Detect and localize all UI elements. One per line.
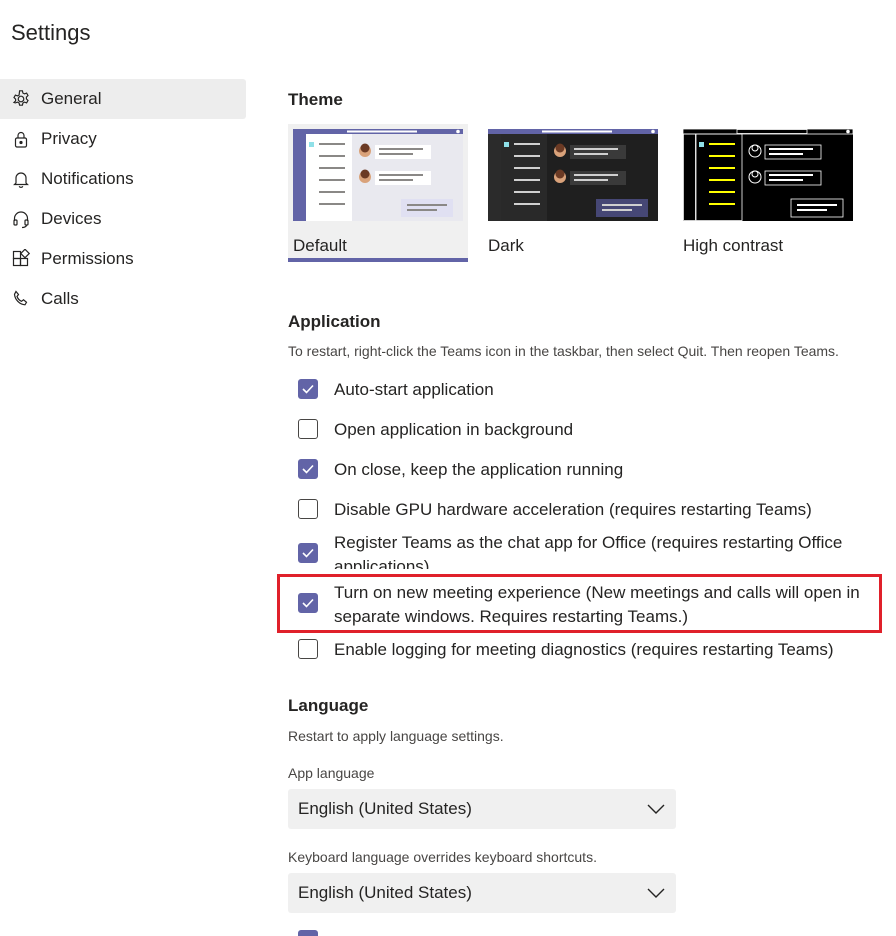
checkmark-icon — [302, 464, 314, 474]
theme-label-high-contrast: High contrast — [683, 236, 784, 255]
checkbox-box[interactable] — [298, 499, 318, 519]
nav-item-label: Calls — [41, 289, 79, 308]
phone-icon — [10, 288, 32, 310]
language-title: Language — [288, 696, 369, 715]
headset-icon — [10, 208, 32, 230]
nav-item-devices[interactable]: Devices — [0, 199, 246, 239]
checkbox-box[interactable] — [298, 459, 318, 479]
theme-label-default: Default — [293, 236, 347, 255]
application-title: Application — [288, 312, 381, 331]
keyboard-language-label: Keyboard language overrides keyboard sho… — [288, 849, 597, 865]
theme-preview-high-contrast — [683, 129, 853, 221]
nav-item-permissions[interactable]: Permissions — [0, 239, 246, 279]
checkbox-box[interactable] — [298, 543, 318, 563]
nav-item-calls[interactable]: Calls — [0, 279, 246, 319]
keyboard-language-dropdown[interactable]: English (United States) — [288, 873, 676, 913]
nav-item-general[interactable]: General — [0, 79, 246, 119]
checkbox-label: Enable logging for meeting diagnostics (… — [334, 640, 834, 659]
checkbox-label: On close, keep the application running — [334, 460, 624, 479]
app-language-label: App language — [288, 765, 375, 781]
nav-item-privacy[interactable]: Privacy — [0, 119, 246, 159]
checkbox-label: Open application in background — [334, 420, 574, 439]
theme-option-dark[interactable]: Dark — [483, 124, 663, 262]
register-chat-app-checkbox[interactable]: Register Teams as the chat app for Offic… — [298, 531, 886, 569]
theme-preview-default — [293, 129, 463, 221]
theme-option-default[interactable]: Default — [288, 124, 468, 262]
app-language-dropdown[interactable]: English (United States) — [288, 789, 676, 829]
theme-preview-dark — [488, 129, 658, 221]
theme-title: Theme — [288, 90, 343, 109]
nav-item-label: Devices — [41, 209, 102, 228]
open-in-background-checkbox[interactable]: Open application in background — [298, 418, 886, 442]
settings-nav: General Privacy Notifications Devices Pe… — [0, 79, 246, 319]
nav-item-label: General — [41, 89, 102, 108]
disable-gpu-checkbox[interactable]: Disable GPU hardware acceleration (requi… — [298, 498, 886, 522]
apps-icon — [10, 248, 32, 270]
meeting-diagnostics-checkbox[interactable]: Enable logging for meeting diagnostics (… — [298, 638, 886, 662]
chevron-down-icon — [647, 888, 665, 898]
checkmark-icon — [302, 384, 314, 394]
checkmark-icon — [302, 598, 314, 608]
nav-item-notifications[interactable]: Notifications — [0, 159, 246, 199]
theme-label-dark: Dark — [488, 236, 524, 255]
next-checkbox-partial[interactable] — [298, 930, 318, 936]
nav-item-label: Privacy — [41, 129, 97, 148]
checkmark-icon — [302, 548, 314, 558]
auto-start-checkbox[interactable]: Auto-start application — [298, 378, 886, 402]
checkbox-label: Turn on new meeting experience (New meet… — [334, 583, 860, 626]
checkbox-label: Disable GPU hardware acceleration (requi… — [334, 500, 812, 519]
checkbox-label: Auto-start application — [334, 380, 494, 399]
nav-item-label: Permissions — [41, 249, 134, 268]
keep-running-checkbox[interactable]: On close, keep the application running — [298, 458, 886, 482]
new-meeting-experience-checkbox[interactable]: Turn on new meeting experience (New meet… — [298, 581, 886, 629]
theme-option-high-contrast[interactable]: High contrast — [678, 124, 858, 262]
language-hint: Restart to apply language settings. — [288, 728, 504, 744]
dropdown-value: English (United States) — [298, 883, 472, 902]
gear-icon — [10, 88, 32, 110]
lock-icon — [10, 128, 32, 150]
application-hint: To restart, right-click the Teams icon i… — [288, 343, 839, 359]
checkbox-box[interactable] — [298, 593, 318, 613]
nav-item-label: Notifications — [41, 169, 134, 188]
checkbox-box[interactable] — [298, 639, 318, 659]
bell-icon — [10, 168, 32, 190]
chevron-down-icon — [647, 804, 665, 814]
settings-content: Theme Default Dark High contrast Applica… — [288, 0, 896, 936]
checkbox-label: Register Teams as the chat app for Offic… — [334, 533, 843, 569]
checkbox-box[interactable] — [298, 379, 318, 399]
page-title: Settings — [11, 20, 91, 45]
checkbox-box[interactable] — [298, 419, 318, 439]
dropdown-value: English (United States) — [298, 799, 472, 818]
